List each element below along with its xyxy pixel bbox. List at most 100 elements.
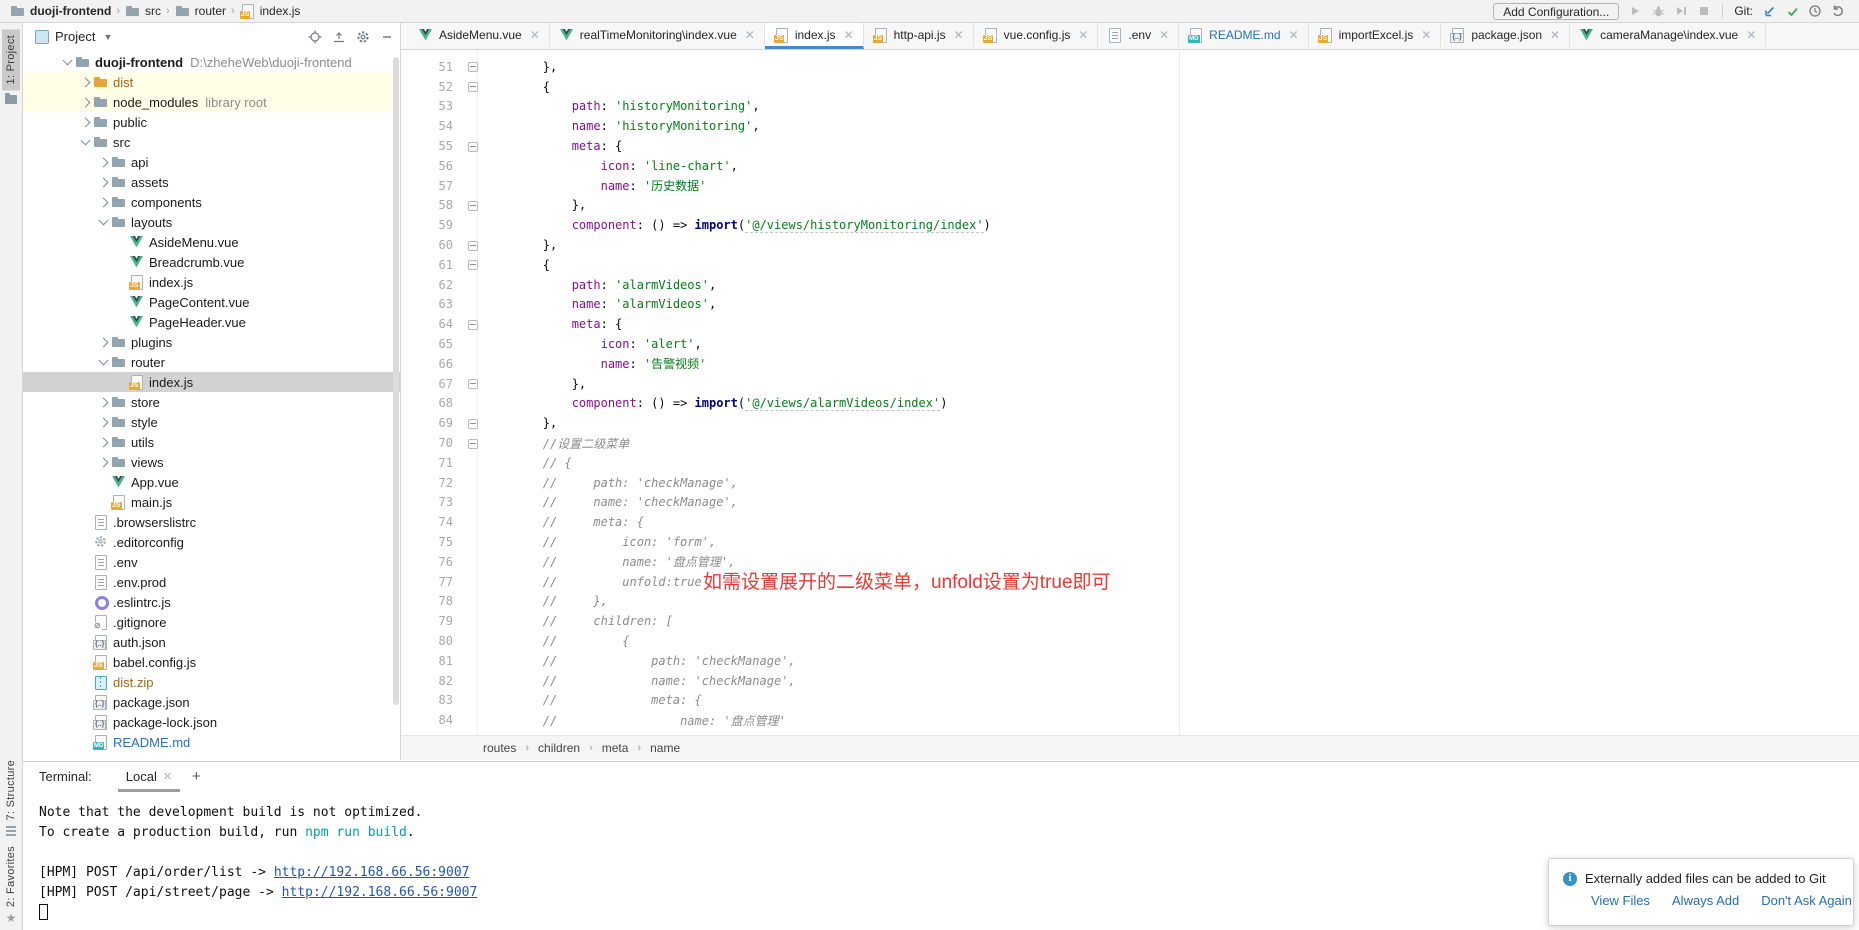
always-add-link[interactable]: Always Add <box>1672 893 1739 908</box>
fold-gutter[interactable] <box>461 416 485 430</box>
tree-item-readme.md[interactable]: MDREADME.md <box>23 732 400 752</box>
chevron-expanded-icon[interactable] <box>98 216 108 226</box>
code-line-82[interactable]: 82 // name: 'checkManage', <box>401 671 1859 691</box>
code-line-57[interactable]: 57 name: '历史数据' <box>401 176 1859 196</box>
chevron-collapsed-icon[interactable] <box>98 437 108 447</box>
code-line-59[interactable]: 59 component: () => import('@/views/hist… <box>401 215 1859 235</box>
tree-item-utils[interactable]: utils <box>23 432 400 452</box>
tree-item-dist.zip[interactable]: dist.zip <box>23 672 400 692</box>
fold-marker-icon[interactable] <box>468 439 478 449</box>
close-icon[interactable]: ✕ <box>954 28 964 42</box>
tree-item-pagecontent.vue[interactable]: PageContent.vue <box>23 292 400 312</box>
fold-marker-icon[interactable] <box>468 62 478 72</box>
fold-gutter[interactable] <box>461 60 485 74</box>
editor-tab-package.json[interactable]: {..}package.json✕ <box>1441 23 1570 49</box>
tree-item-main.js[interactable]: JSmain.js <box>23 492 400 512</box>
chevron-collapsed-icon[interactable] <box>98 397 108 407</box>
tree-item-index.js[interactable]: JSindex.js <box>23 372 400 392</box>
close-icon[interactable]: ✕ <box>1550 28 1560 42</box>
fold-marker-icon[interactable] <box>468 419 478 429</box>
tree-item-plugins[interactable]: plugins <box>23 332 400 352</box>
fold-marker-icon[interactable] <box>468 320 478 330</box>
close-icon[interactable]: ✕ <box>1078 28 1088 42</box>
editor-tab-realtimemonitoring-index.vue[interactable]: realTimeMonitoring\index.vue✕ <box>550 23 765 49</box>
close-icon[interactable]: ✕ <box>1289 28 1299 42</box>
tree-item-router[interactable]: router <box>23 352 400 372</box>
tree-item-auth.json[interactable]: {..}auth.json <box>23 632 400 652</box>
code-line-63[interactable]: 63 name: 'alarmVideos', <box>401 295 1859 315</box>
tree-item-index.js[interactable]: JSindex.js <box>23 272 400 292</box>
tree-item-.editorconfig[interactable]: .editorconfig <box>23 532 400 552</box>
code-line-69[interactable]: 69 }, <box>401 413 1859 433</box>
tree-item-.browserslistrc[interactable]: .browserslistrc <box>23 512 400 532</box>
terminal-tab-local[interactable]: Local ✕ <box>118 762 180 792</box>
chevron-collapsed-icon[interactable] <box>98 197 108 207</box>
editor-breadcrumb-item[interactable]: meta <box>602 741 629 755</box>
close-icon[interactable]: ✕ <box>1421 28 1431 42</box>
chevron-expanded-icon[interactable] <box>62 56 72 66</box>
tree-item-nodemodules[interactable]: node_moduleslibrary root <box>23 92 400 112</box>
tree-item-assets[interactable]: assets <box>23 172 400 192</box>
tree-item-pageheader.vue[interactable]: PageHeader.vue <box>23 312 400 332</box>
code-line-62[interactable]: 62 path: 'alarmVideos', <box>401 275 1859 295</box>
close-icon[interactable]: ✕ <box>844 28 854 42</box>
editor-tab-readme.md[interactable]: MDREADME.md✕ <box>1179 23 1308 49</box>
editor-tab-asidemenu.vue[interactable]: AsideMenu.vue✕ <box>409 23 550 49</box>
tree-item-store[interactable]: store <box>23 392 400 412</box>
tree-item-breadcrumb.vue[interactable]: Breadcrumb.vue <box>23 252 400 272</box>
git-update-icon[interactable] <box>1762 4 1776 18</box>
tree-item-components[interactable]: components <box>23 192 400 212</box>
code-line-51[interactable]: 51 }, <box>401 57 1859 77</box>
code-line-60[interactable]: 60 }, <box>401 235 1859 255</box>
breadcrumb-item[interactable]: JSindex.js <box>240 3 301 19</box>
code-line-66[interactable]: 66 name: '告警视频' <box>401 354 1859 374</box>
breadcrumb-item[interactable]: src <box>125 3 161 19</box>
tree-item-duoji-frontend[interactable]: duoji-frontendD:\zheheWeb\duoji-frontend <box>23 52 400 72</box>
code-line-81[interactable]: 81 // path: 'checkManage', <box>401 651 1859 671</box>
code-line-75[interactable]: 75 // icon: 'form', <box>401 532 1859 552</box>
terminal-link[interactable]: http://192.168.66.56:9007 <box>282 885 478 900</box>
code-line-76[interactable]: 76 // name: '盘点管理', <box>401 552 1859 572</box>
code-line-73[interactable]: 73 // name: 'checkManage', <box>401 493 1859 513</box>
close-icon[interactable]: ✕ <box>1159 28 1169 42</box>
code-line-78[interactable]: 78 // }, <box>401 592 1859 612</box>
new-terminal-button[interactable]: + <box>192 768 201 785</box>
close-icon[interactable]: ✕ <box>1746 28 1756 42</box>
add-configuration-button[interactable]: Add Configuration... <box>1493 3 1619 20</box>
editor-tab-cameramanage-index.vue[interactable]: cameraManage\index.vue✕ <box>1570 23 1766 49</box>
code-line-54[interactable]: 54 name: 'historyMonitoring', <box>401 116 1859 136</box>
tree-item-.env[interactable]: .env <box>23 552 400 572</box>
view-files-link[interactable]: View Files <box>1591 893 1650 908</box>
project-view-selector[interactable]: Project ▼ <box>35 29 112 44</box>
code-line-56[interactable]: 56 icon: 'line-chart', <box>401 156 1859 176</box>
stop-icon[interactable] <box>1697 4 1711 18</box>
code-line-64[interactable]: 64 meta: { <box>401 314 1859 334</box>
close-icon[interactable]: ✕ <box>530 28 540 42</box>
fold-marker-icon[interactable] <box>468 142 478 152</box>
locate-file-icon[interactable] <box>308 30 322 44</box>
code-line-84[interactable]: 84 // name: '盘点管理' <box>401 710 1859 730</box>
chevron-collapsed-icon[interactable] <box>98 157 108 167</box>
tree-item-app.vue[interactable]: App.vue <box>23 472 400 492</box>
chevron-expanded-icon[interactable] <box>80 136 90 146</box>
settings-gear-icon[interactable] <box>356 30 370 44</box>
chevron-collapsed-icon[interactable] <box>98 457 108 467</box>
code-line-67[interactable]: 67 }, <box>401 374 1859 394</box>
code-line-72[interactable]: 72 // path: 'checkManage', <box>401 473 1859 493</box>
collapse-all-icon[interactable] <box>332 30 346 44</box>
run-with-coverage-icon[interactable] <box>1674 4 1688 18</box>
code-line-74[interactable]: 74 // meta: { <box>401 512 1859 532</box>
editor-tab-importexcel.js[interactable]: JSimportExcel.js✕ <box>1309 23 1442 49</box>
editor-tab-.env[interactable]: .env✕ <box>1098 23 1179 49</box>
close-icon[interactable]: ✕ <box>745 28 755 42</box>
tree-item-views[interactable]: views <box>23 452 400 472</box>
editor-breadcrumb-item[interactable]: routes <box>483 741 516 755</box>
chevron-collapsed-icon[interactable] <box>80 97 90 107</box>
code-line-80[interactable]: 80 // { <box>401 631 1859 651</box>
hide-panel-icon[interactable] <box>380 30 394 44</box>
tree-item-.env.prod[interactable]: .env.prod <box>23 572 400 592</box>
tree-item-.gitignore[interactable]: ⊘.gitignore <box>23 612 400 632</box>
code-line-55[interactable]: 55 meta: { <box>401 136 1859 156</box>
fold-marker-icon[interactable] <box>468 379 478 389</box>
terminal-link[interactable]: http://192.168.66.56:9007 <box>274 865 470 880</box>
